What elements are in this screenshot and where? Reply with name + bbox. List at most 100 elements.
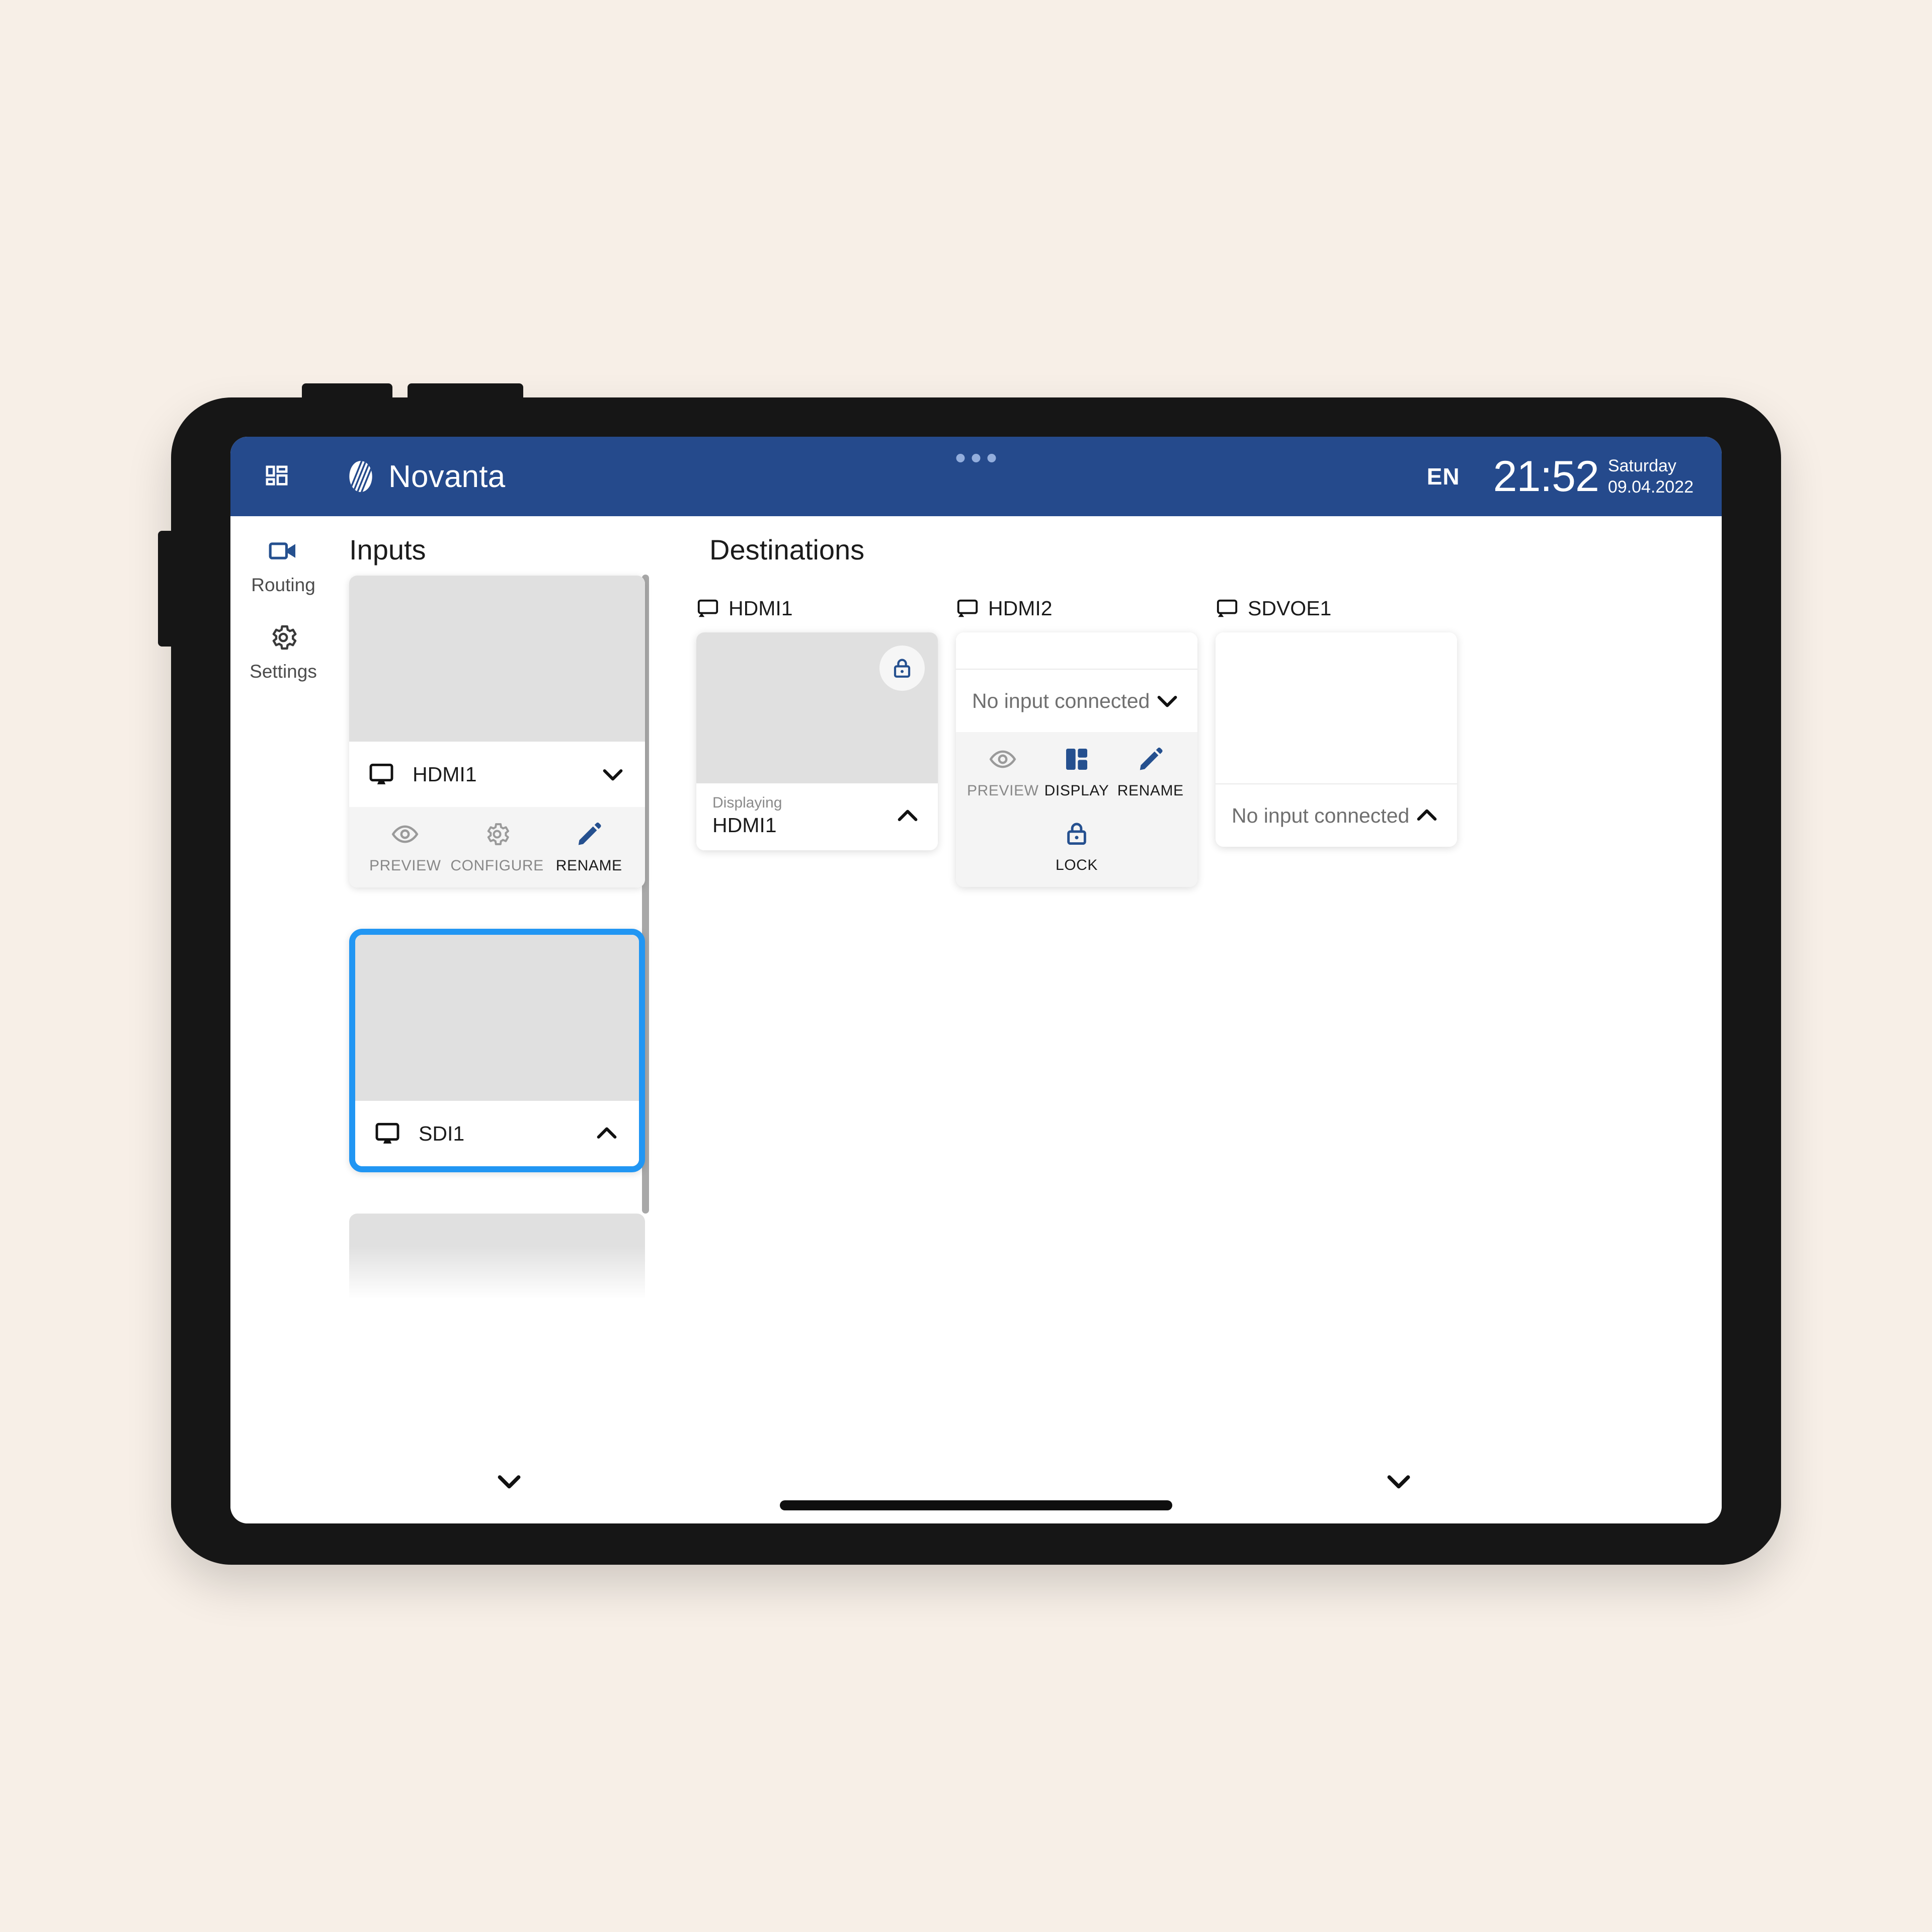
destination-header: HDMI2 [956, 593, 1197, 623]
destination-column-hdmi1: HDMI1 Displaying HDMI1 [696, 593, 938, 887]
video-camera-icon [269, 542, 296, 559]
tablet-device-frame: Novanta EN 21:52 Saturday 09.04.2022 Rou… [158, 383, 1781, 1565]
input-preview-button[interactable]: PREVIEW [359, 820, 451, 874]
cast-screen-icon [1217, 599, 1238, 617]
destination-source-value: HDMI1 [712, 814, 777, 837]
eye-icon [989, 750, 1016, 768]
clock-date-value: 09.04.2022 [1607, 477, 1694, 497]
brand-name: Novanta [388, 459, 506, 494]
sidebar-item-settings-label: Settings [250, 661, 317, 682]
grid-menu-button[interactable] [257, 456, 297, 497]
chevron-up-icon[interactable] [1413, 801, 1441, 830]
dot [956, 454, 965, 462]
destinations-grid: HDMI1 Displaying HDMI1 HDMI2 No input co… [696, 593, 1722, 887]
drag-handle-dots[interactable] [956, 454, 996, 462]
sidebar-item-settings[interactable]: Settings [230, 622, 336, 682]
clock-weekday: Saturday [1607, 456, 1676, 475]
destination-input-select-value: No input connected [972, 689, 1150, 712]
brand-logo: Novanta [344, 459, 505, 495]
chevron-up-icon[interactable] [894, 802, 922, 830]
layout-icon [1066, 749, 1087, 770]
input-card-partial[interactable] [349, 1214, 645, 1299]
app-header: Novanta EN 21:52 Saturday 09.04.2022 [230, 437, 1722, 516]
clock-date: Saturday 09.04.2022 [1608, 455, 1694, 498]
input-card-label: HDMI1 [413, 762, 477, 786]
destination-action-bar: PREVIEW DISPLAY RENAME LOCK [956, 732, 1197, 887]
gear-icon [487, 823, 509, 845]
input-thumbnail [355, 935, 639, 1101]
destination-card-hdmi2[interactable]: No input connected PREVIEW DISPLAY RENAM… [956, 632, 1197, 887]
input-card-label: SDI1 [419, 1121, 465, 1145]
destination-rename-label: RENAME [1117, 782, 1184, 799]
input-configure-button[interactable]: CONFIGURE [450, 820, 544, 874]
dot [987, 454, 996, 462]
destinations-title: Destinations [709, 534, 865, 566]
lock-icon [894, 659, 911, 678]
dot [972, 454, 981, 462]
destination-thumbnail [696, 632, 938, 783]
destination-name: HDMI1 [729, 596, 793, 620]
destination-card-sdvoe1[interactable]: No input connected [1216, 632, 1457, 847]
destinations-pane: Destinations HDMI1 Displaying HDMI1 HDMI… [658, 516, 1722, 1523]
chevron-down-icon[interactable] [1153, 687, 1181, 715]
destination-lock-button[interactable]: LOCK [966, 820, 1187, 874]
language-button[interactable]: EN [1427, 463, 1460, 490]
novanta-mark-icon [349, 461, 372, 492]
destination-preview-button[interactable]: PREVIEW [966, 745, 1040, 799]
destination-thumbnail [956, 632, 1197, 669]
input-card-header[interactable]: SDI1 [355, 1101, 639, 1166]
sidebar-item-routing[interactable]: Routing [230, 535, 336, 596]
destination-preview-label: PREVIEW [967, 782, 1039, 799]
input-action-bar: PREVIEW CONFIGURE RENAME [349, 807, 645, 888]
inputs-scroll-down-button[interactable] [493, 1465, 525, 1497]
destination-rename-button[interactable]: RENAME [1113, 745, 1187, 799]
header-right-cluster: EN 21:52 Saturday 09.04.2022 [1427, 455, 1722, 498]
volume-up-button[interactable] [302, 383, 392, 401]
home-indicator[interactable] [780, 1500, 1172, 1510]
app-body: Routing Settings Inputs HDMI1 PREVIEW CO… [230, 516, 1722, 1523]
inputs-pane: Inputs HDMI1 PREVIEW CONFIGURE RENAME SD… [336, 516, 658, 1523]
input-rename-button[interactable]: RENAME [543, 820, 635, 874]
destination-display-button[interactable]: DISPLAY [1040, 745, 1114, 799]
pencil-icon [578, 822, 601, 845]
pencil-icon [1140, 747, 1163, 770]
inputs-list: HDMI1 PREVIEW CONFIGURE RENAME SDI1 [336, 576, 658, 1523]
cast-screen-icon [697, 599, 718, 617]
gear-icon [272, 625, 297, 650]
input-configure-label: CONFIGURE [450, 857, 544, 874]
input-rename-label: RENAME [555, 857, 622, 874]
chevron-down-icon[interactable] [599, 760, 627, 788]
input-thumbnail [349, 576, 645, 742]
destination-input-select-value: No input connected [1232, 803, 1410, 827]
sidebar: Routing Settings [230, 516, 336, 1523]
input-card-header[interactable]: HDMI1 [349, 742, 645, 807]
destination-lock-label: LOCK [1055, 857, 1098, 873]
destination-column-hdmi2: HDMI2 No input connected PREVIEW DISPLAY… [956, 593, 1197, 887]
destination-status-label: Displaying [712, 794, 782, 811]
destination-name: HDMI2 [988, 596, 1053, 620]
destination-footer[interactable]: Displaying HDMI1 [696, 783, 938, 850]
grid-menu-icon [266, 465, 288, 486]
destination-display-label: DISPLAY [1044, 782, 1109, 799]
destination-input-select[interactable]: No input connected [956, 669, 1197, 732]
monitor-icon [369, 763, 393, 784]
volume-down-button[interactable] [408, 383, 523, 401]
input-preview-label: PREVIEW [369, 857, 441, 874]
input-card-sdi1[interactable]: SDI1 [349, 929, 645, 1172]
clock-block: 21:52 Saturday 09.04.2022 [1493, 455, 1694, 498]
inputs-title: Inputs [349, 534, 426, 566]
chevron-up-icon[interactable] [593, 1119, 621, 1148]
destinations-scroll-down-button[interactable] [1383, 1465, 1415, 1497]
destination-name: SDVOE1 [1248, 596, 1332, 620]
input-card-hdmi1[interactable]: HDMI1 PREVIEW CONFIGURE RENAME [349, 576, 645, 888]
eye-icon [391, 825, 419, 843]
tablet-screen: Novanta EN 21:52 Saturday 09.04.2022 Rou… [230, 437, 1722, 1523]
sidebar-item-routing-label: Routing [251, 575, 315, 595]
destination-input-select[interactable]: No input connected [1216, 783, 1457, 847]
monitor-icon [375, 1122, 399, 1144]
destination-lock-badge[interactable] [879, 646, 925, 691]
destination-card-hdmi1[interactable]: Displaying HDMI1 [696, 632, 938, 850]
destination-header: HDMI1 [696, 593, 938, 623]
clock-time: 21:52 [1493, 452, 1599, 501]
power-button[interactable] [158, 531, 175, 647]
